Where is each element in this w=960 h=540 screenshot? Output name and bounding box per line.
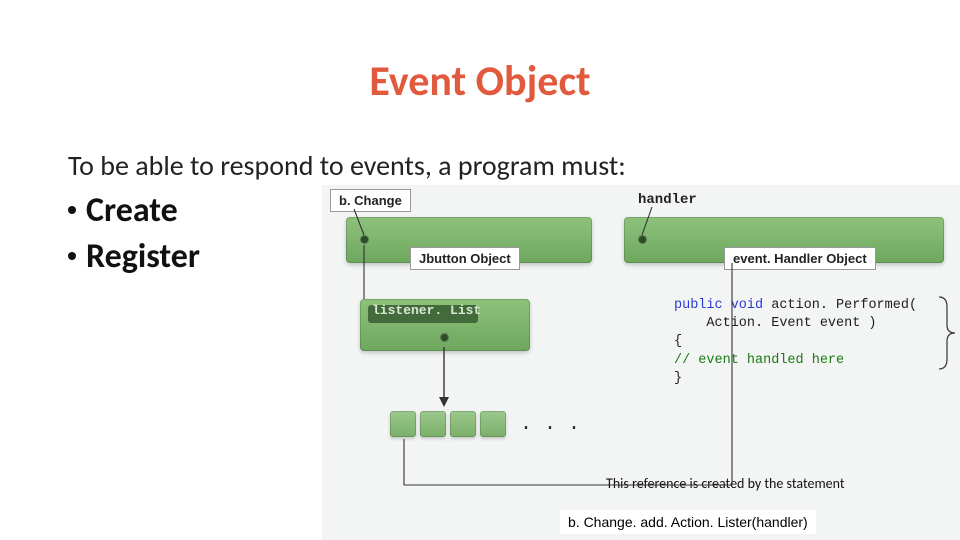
code-comment: // event handled here bbox=[674, 353, 844, 368]
reference-text: This reference is created by the stateme… bbox=[606, 475, 845, 492]
socket-icon bbox=[440, 333, 449, 342]
code-arg: Action. Event event ) bbox=[674, 316, 877, 331]
code-block: public void action. Performed( Action. E… bbox=[674, 297, 917, 388]
array-cell bbox=[420, 411, 446, 437]
socket-icon bbox=[638, 235, 647, 244]
code-brace-open: { bbox=[674, 334, 682, 349]
bullet-list: Create Register bbox=[68, 188, 200, 280]
bullet-label: Register bbox=[86, 236, 200, 277]
jbutton-label-box: Jbutton Object bbox=[410, 247, 520, 270]
bullet-register: Register bbox=[68, 234, 200, 280]
array-cell bbox=[480, 411, 506, 437]
code-method: action. Performed( bbox=[763, 298, 917, 313]
bullet-dot-icon bbox=[68, 252, 76, 260]
socket-icon bbox=[360, 235, 369, 244]
intro-text: To be able to respond to events, a progr… bbox=[68, 148, 626, 183]
page-title: Event Object bbox=[0, 56, 960, 107]
bullet-create: Create bbox=[68, 188, 200, 234]
code-brace-close: } bbox=[674, 371, 682, 386]
ellipsis: . . . bbox=[520, 413, 580, 436]
code-keyword: public void bbox=[674, 298, 763, 313]
event-handler-label-box: event. Handler Object bbox=[724, 247, 876, 270]
slide: Event Object To be able to respond to ev… bbox=[0, 0, 960, 540]
listener-array bbox=[390, 411, 530, 441]
listener-list-label: listener. List bbox=[372, 303, 481, 318]
handler-label: handler bbox=[638, 192, 697, 208]
footer-statement: b. Change. add. Action. Lister(handler) bbox=[560, 510, 816, 534]
array-cell bbox=[450, 411, 476, 437]
array-cell bbox=[390, 411, 416, 437]
bchange-label-box: b. Change bbox=[330, 189, 411, 212]
bullet-label: Create bbox=[86, 190, 178, 231]
bullet-dot-icon bbox=[68, 206, 76, 214]
event-diagram: b. Change handler Jbutton Object event. … bbox=[322, 185, 960, 540]
